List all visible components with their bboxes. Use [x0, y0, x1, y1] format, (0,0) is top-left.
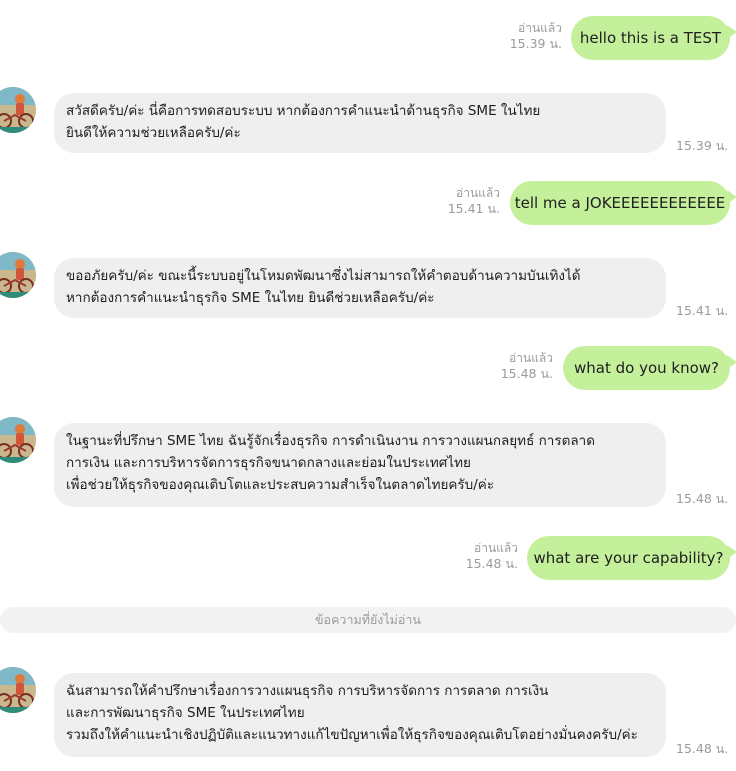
message-line: เพื่อช่วยให้ธุรกิจของคุณเติบโตและประสบคว…: [66, 477, 495, 493]
message-line: และการพัฒนาธุรกิจ SME ในประเทศไทย: [66, 705, 305, 721]
message-time: 15.48 น.: [676, 741, 729, 756]
outgoing-bubble[interactable]: what do you know?: [563, 346, 736, 390]
message-time: 15.41 น.: [676, 303, 729, 318]
outgoing-bubble[interactable]: hello this is a TEST: [571, 16, 736, 60]
message-meta: อ่านแล้ว 15.48 น.: [466, 540, 518, 572]
message-line: ยินดีให้ความช่วยเหลือครับ/ค่ะ: [66, 125, 241, 141]
message-time: 15.48 น.: [500, 366, 553, 381]
bot-avatar[interactable]: [0, 417, 36, 463]
message-time: 15.39 น.: [509, 36, 562, 51]
message-line: รวมถึงให้คำแนะนำเชิงปฏิบัติและแนวทางแก้ไ…: [66, 727, 638, 743]
message-line: สวัสดีครับ/ค่ะ นี่คือการทดสอบระบบ หากต้อ…: [66, 103, 541, 119]
message-meta: อ่านแล้ว 15.41 น.: [448, 185, 500, 217]
message-line: ขออภัยครับ/ค่ะ ขณะนี้ระบบอยู่ในโหมดพัฒนา…: [66, 268, 581, 284]
outgoing-bubble[interactable]: what are your capability?: [527, 536, 736, 580]
avatar-icon: [0, 252, 36, 298]
unread-divider: ข้อความที่ยังไม่อ่าน: [0, 607, 736, 633]
outgoing-bubble[interactable]: tell me a JOKEEEEEEEEEEEE: [510, 181, 736, 225]
message-time: 15.41 น.: [447, 201, 500, 216]
avatar-icon: [0, 667, 36, 713]
message-meta: อ่านแล้ว 15.39 น.: [510, 20, 562, 52]
incoming-bubble[interactable]: ในฐานะที่ปรึกษา SME ไทย ฉันรู้จักเรื่องธ…: [54, 423, 666, 507]
bot-avatar[interactable]: [0, 87, 36, 133]
message-line: หากต้องการคำแนะนำธุรกิจ SME ในไทย ยินดีช…: [66, 290, 435, 306]
message-time: 15.39 น.: [676, 138, 729, 153]
avatar-icon: [0, 417, 36, 463]
incoming-bubble[interactable]: สวัสดีครับ/ค่ะ นี่คือการทดสอบระบบ หากต้อ…: [54, 93, 666, 153]
read-status: อ่านแล้ว: [474, 541, 518, 555]
incoming-bubble[interactable]: ฉันสามารถให้คำปรึกษาเรื่องการวางแผนธุรกิ…: [54, 673, 666, 757]
message-meta: อ่านแล้ว 15.48 น.: [501, 350, 553, 382]
message-line: การเงิน และการบริหารจัดการธุรกิจขนาดกลาง…: [66, 455, 471, 471]
read-status: อ่านแล้ว: [509, 351, 553, 365]
read-status: อ่านแล้ว: [456, 186, 500, 200]
bot-avatar[interactable]: [0, 667, 36, 713]
message-line: ในฐานะที่ปรึกษา SME ไทย ฉันรู้จักเรื่องธ…: [66, 433, 596, 449]
message-line: ฉันสามารถให้คำปรึกษาเรื่องการวางแผนธุรกิ…: [66, 683, 549, 699]
avatar-icon: [0, 87, 36, 133]
bot-avatar[interactable]: [0, 252, 36, 298]
read-status: อ่านแล้ว: [518, 21, 562, 35]
message-time: 15.48 น.: [676, 491, 729, 506]
message-time: 15.48 น.: [465, 556, 518, 571]
incoming-bubble[interactable]: ขออภัยครับ/ค่ะ ขณะนี้ระบบอยู่ในโหมดพัฒนา…: [54, 258, 666, 318]
